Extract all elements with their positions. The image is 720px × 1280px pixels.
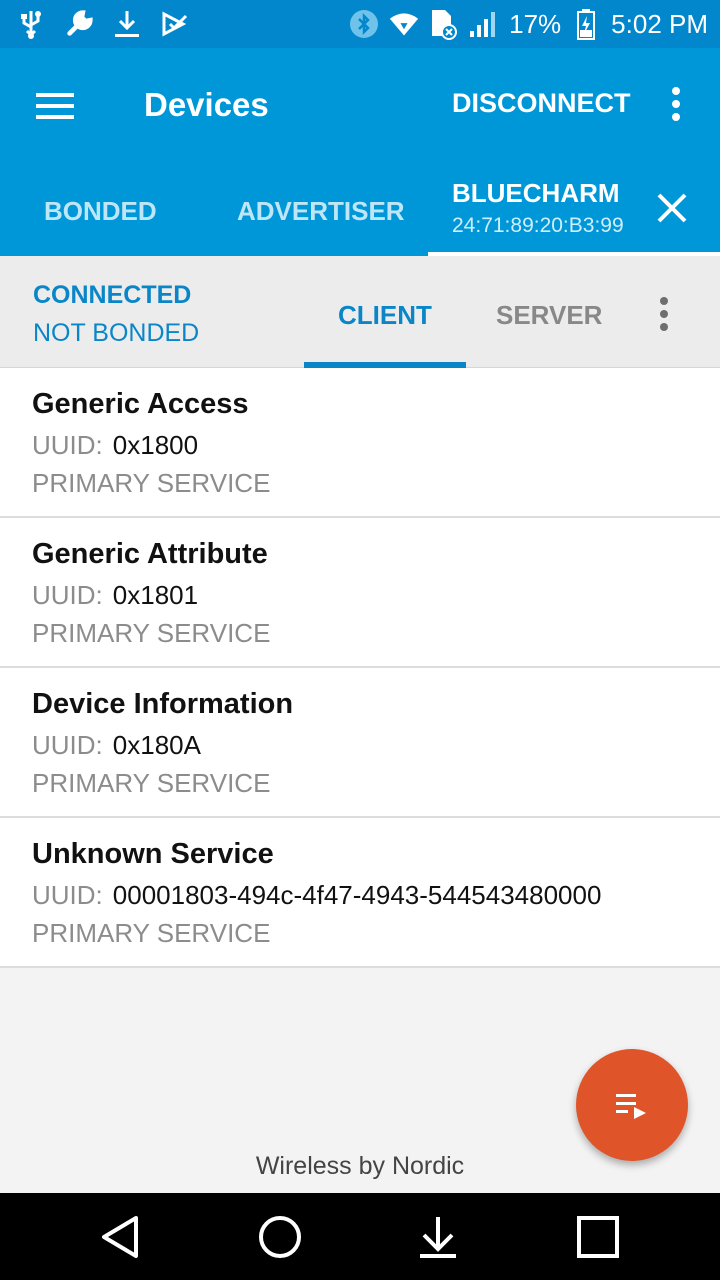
tab-device-mac: 24:71:89:20:B3:99	[452, 214, 624, 237]
service-item[interactable]: Generic Attribute UUID: 0x1801 PRIMARY S…	[0, 518, 720, 668]
uuid-label: UUID:	[32, 430, 103, 460]
sim-icon	[429, 9, 459, 40]
connection-state: CONNECTED	[33, 281, 192, 309]
log-fab-button[interactable]	[576, 1049, 688, 1161]
checkbox-icon	[160, 9, 190, 39]
tab-device[interactable]: BLUECHARM 24:71:89:20:B3:99	[428, 172, 720, 256]
recents-button[interactable]	[574, 1213, 622, 1261]
status-bar: 17% 5:02 PM	[0, 0, 720, 48]
uuid-label: UUID:	[32, 730, 103, 760]
service-item[interactable]: Device Information UUID: 0x180A PRIMARY …	[0, 668, 720, 818]
tab-bonded[interactable]: BONDED	[44, 196, 157, 227]
home-icon	[259, 1216, 301, 1258]
app-bar: Devices DISCONNECT BONDED ADVERTISER BLU…	[0, 48, 720, 256]
uuid-value: 0x1800	[112, 430, 199, 460]
navigation-bar	[0, 1193, 720, 1280]
bond-state: NOT BONDED	[33, 319, 200, 347]
connection-overflow-button[interactable]	[650, 294, 678, 334]
tab-advertiser[interactable]: ADVERTISER	[237, 196, 405, 227]
brand-footer: Wireless by Nordic	[255, 1152, 465, 1180]
more-vert-icon	[660, 297, 668, 331]
connection-bar: CONNECTED NOT BONDED CLIENT SERVER	[0, 256, 720, 368]
battery-percent: 17%	[509, 8, 562, 39]
notifications-button[interactable]	[414, 1213, 462, 1261]
service-name: Unknown Service	[32, 838, 274, 870]
close-icon	[657, 193, 687, 223]
bluetooth-icon	[349, 9, 379, 39]
usb-icon	[16, 9, 46, 39]
tab-device-name: BLUECHARM	[452, 178, 620, 208]
service-type: PRIMARY SERVICE	[32, 918, 271, 948]
close-device-button[interactable]	[656, 192, 688, 224]
uuid-label: UUID:	[32, 580, 103, 610]
service-type: PRIMARY SERVICE	[32, 768, 271, 798]
tab-client[interactable]: CLIENT	[338, 300, 432, 331]
signal-icon	[469, 9, 499, 39]
uuid-value: 0x1801	[112, 580, 199, 610]
service-name: Device Information	[32, 688, 294, 720]
disconnect-button[interactable]: DISCONNECT	[452, 88, 631, 119]
battery-icon	[571, 9, 601, 40]
hamburger-icon	[36, 93, 74, 119]
wifi-icon	[389, 9, 419, 39]
overflow-menu-button[interactable]	[660, 82, 692, 126]
download-icon	[112, 9, 142, 39]
playlist-play-icon	[616, 1094, 646, 1119]
service-item[interactable]: Unknown Service UUID: 00001803-494c-4f47…	[0, 818, 720, 968]
menu-button[interactable]	[26, 78, 86, 134]
service-type: PRIMARY SERVICE	[32, 618, 271, 648]
tab-server[interactable]: SERVER	[496, 300, 602, 331]
uuid-value: 0x180A	[112, 730, 201, 760]
page-title: Devices	[144, 86, 269, 123]
service-name: Generic Attribute	[32, 538, 268, 570]
service-name: Generic Access	[32, 388, 249, 420]
home-button[interactable]	[256, 1213, 304, 1261]
service-item[interactable]: Generic Access UUID: 0x1800 PRIMARY SERV…	[0, 368, 720, 518]
clock: 5:02 PM	[611, 8, 708, 39]
uuid-label: UUID:	[32, 880, 103, 910]
services-list: Generic Access UUID: 0x1800 PRIMARY SERV…	[0, 368, 720, 968]
wrench-icon	[64, 9, 94, 39]
more-vert-icon	[672, 87, 680, 121]
uuid-value: 00001803-494c-4f47-4943-544543480000	[112, 880, 602, 910]
back-button[interactable]	[96, 1213, 144, 1261]
service-type: PRIMARY SERVICE	[32, 468, 271, 498]
back-icon	[102, 1216, 138, 1258]
pull-down-icon	[420, 1217, 456, 1258]
recents-icon	[577, 1216, 619, 1258]
